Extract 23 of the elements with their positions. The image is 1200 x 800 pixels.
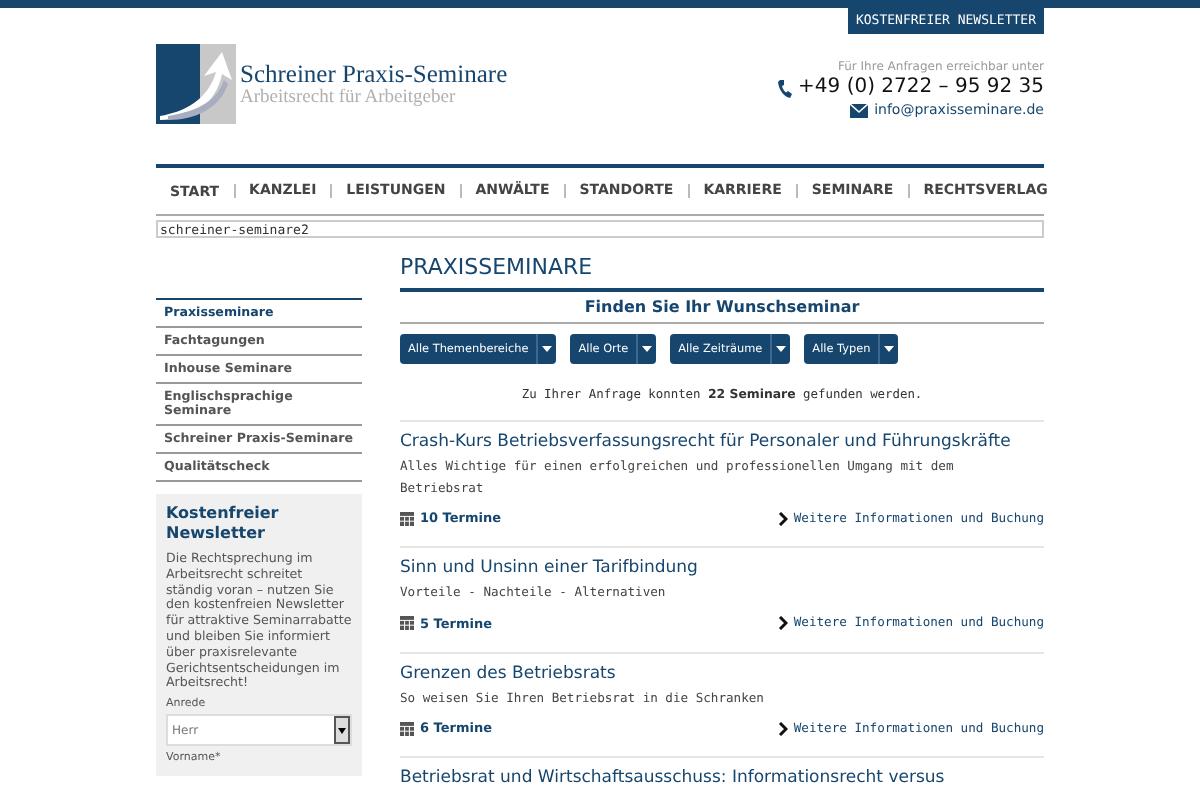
phone-icon	[778, 79, 793, 97]
seminar-title-link[interactable]: Crash-Kurs Betriebsverfassungsrecht für Personaler und Führungskräfte	[400, 432, 1044, 454]
caret-icon	[642, 346, 653, 352]
logo-subtitle: Arbeitsrecht für Arbeitgeber	[240, 87, 458, 107]
logo-title: Schreiner Praxis-Seminare	[240, 61, 508, 87]
chevron-right-icon	[777, 511, 788, 525]
caret-icon	[338, 727, 346, 734]
phone-number: +49 (0) 2722 – 95 92 35	[798, 76, 1044, 100]
chevron-right-icon	[777, 721, 788, 735]
page-title: PRAXISSEMINARE	[400, 254, 595, 280]
seminar-title-link[interactable]: Betriebsrat und Wirtschaftsausschuss: Informationsrecht versus	[400, 768, 1044, 790]
caret-icon	[884, 346, 895, 352]
calendar-icon	[400, 721, 414, 735]
seminar-title-link[interactable]: Grenzen des Betriebsrats	[400, 663, 1044, 685]
calendar-icon	[400, 511, 414, 525]
caret-icon	[542, 346, 553, 352]
finder-title: Finden Sie Ihr Wunschseminar	[400, 288, 1044, 324]
envelope-icon	[850, 104, 869, 118]
caret-icon	[776, 346, 787, 352]
calendar-icon	[400, 616, 414, 630]
chevron-right-icon	[777, 616, 788, 630]
newsletter-title: Kostenfreier Newsletter	[166, 504, 281, 544]
seminar-title-link[interactable]: Sinn und Unsinn einer Tarifbindung	[400, 558, 1044, 580]
